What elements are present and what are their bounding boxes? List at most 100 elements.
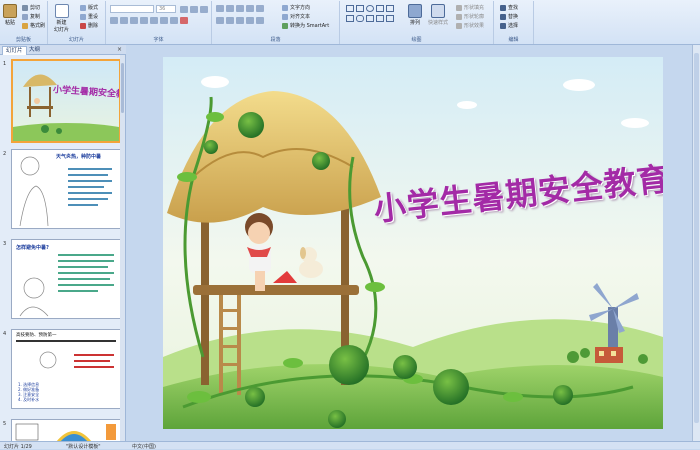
drawing-group: 排列 快速样式 形状填充 形状轮廓 形状效果 绘图 [340,1,494,44]
shape-outline-button[interactable]: 形状轮廓 [456,13,484,20]
cursor-icon [500,22,506,29]
outline-icon [456,13,462,20]
font-name-box[interactable] [110,5,154,13]
editor-scrollbar[interactable] [692,45,700,441]
increase-indent-icon[interactable] [246,5,254,12]
italic-icon[interactable] [120,17,128,24]
thumb4-title: 高技要防、预防第一 [16,333,57,338]
effects-icon [456,22,462,29]
rounded-rect-shape-icon[interactable] [356,15,364,22]
arrow-shape-icon[interactable] [386,5,394,12]
slide-number: 4 [3,331,7,337]
editing-group: 查找 替换 选择 编辑 [494,1,534,44]
editor-scroll-thumb[interactable] [694,53,699,423]
delete-button[interactable]: 删除 [80,22,98,29]
thumb-canvas [11,419,121,443]
panel-scrollbar[interactable] [120,55,125,441]
align-center-icon[interactable] [226,17,234,24]
star-shape-icon[interactable] [366,15,374,22]
thumb4-item: 4. 及时补水 [18,397,40,402]
brace-shape-icon[interactable] [376,15,384,22]
close-icon[interactable]: × [117,46,122,53]
numbering-icon[interactable] [226,5,234,12]
strikethrough-icon[interactable] [140,17,148,24]
shape-fill-button[interactable]: 形状填充 [456,4,484,11]
slide-number: 2 [3,151,7,157]
copy-button[interactable]: 复制 [22,13,40,20]
slide-number: 3 [3,241,7,247]
ribbon: 粘贴 剪切 复制 格式刷 剪贴板 新建 幻灯片 版式 重设 删除 幻灯片 36 … [0,0,700,45]
font-label: 字体 [153,37,164,43]
quick-styles-button[interactable]: 快速样式 [428,4,448,26]
slides-label: 幻灯片 [68,37,84,43]
textbox-shape-icon[interactable] [346,5,354,12]
callout-shape-icon[interactable] [386,15,394,22]
align-left-icon[interactable] [216,17,224,24]
editing-label: 编辑 [508,37,519,43]
justify-icon[interactable] [246,17,254,24]
tab-outline[interactable]: 大纲 [26,46,43,55]
fill-icon [456,4,462,11]
shadow-icon[interactable] [150,17,158,24]
thumb3-preview [19,254,114,317]
columns-icon[interactable] [256,17,264,24]
replace-icon [500,13,506,20]
thumb-canvas: 怎样避免中暑? [11,239,121,319]
shrink-font-icon[interactable] [190,6,198,13]
arrange-button[interactable]: 排列 [408,4,422,26]
slide-canvas[interactable]: 小学生暑期安全教育 [163,57,663,429]
thumb4-list: 1. 选择信息 2. 做好准备 3. 注意安全 4. 及时补水 [18,382,39,402]
delete-icon [80,22,86,29]
slides-group: 新建 幻灯片 版式 重设 删除 幻灯片 [48,1,106,44]
bold-icon[interactable] [110,17,118,24]
find-button[interactable]: 查找 [500,4,518,11]
thumb2-title: 天气炎热，种防中暑 [56,154,102,160]
font-size-box[interactable]: 36 [156,5,176,13]
drawing-label: 绘图 [411,37,422,43]
format-painter-button[interactable]: 格式刷 [22,22,45,29]
quick-styles-icon [431,4,445,18]
align-text-button[interactable]: 对齐文本 [282,13,310,20]
change-case-icon[interactable] [170,17,178,24]
paste-button[interactable]: 粘贴 [3,4,17,26]
replace-button[interactable]: 替换 [500,13,518,20]
slide-editor: 小学生暑期安全教育 [127,45,700,441]
panel-scroll-thumb[interactable] [121,63,124,113]
new-slide-button[interactable]: 新建 幻灯片 [54,4,69,33]
slide-number: 1 [3,61,7,67]
align-text-icon [282,13,288,20]
new-slide-icon [54,4,69,18]
thumb3-title: 怎样避免中暑? [16,245,49,251]
decrease-indent-icon[interactable] [236,5,244,12]
thumb1-preview [13,61,119,141]
panel-tabs: 幻灯片 大纲 × [0,45,126,55]
shape-effects-button[interactable]: 形状效果 [456,22,484,29]
layout-button[interactable]: 版式 [80,4,98,11]
line-shape-icon[interactable] [376,5,384,12]
oval-shape-icon[interactable] [366,5,374,12]
text-direction-button[interactable]: 文字方向 [282,4,310,11]
font-color-icon[interactable] [180,17,188,24]
underline-icon[interactable] [130,17,138,24]
smartart-button[interactable]: 转换为 SmartArt [282,22,329,29]
spacing-icon[interactable] [160,17,168,24]
slide-background [163,57,663,429]
cut-button[interactable]: 剪切 [22,4,40,11]
paste-icon [3,4,17,18]
align-right-icon[interactable] [236,17,244,24]
paragraph-group: 文字方向 对齐文本 转换为 SmartArt 段落 [212,1,340,44]
triangle-shape-icon[interactable] [346,15,354,22]
rectangle-shape-icon[interactable] [356,5,364,12]
clipboard-group: 粘贴 剪切 复制 格式刷 剪贴板 [0,1,48,44]
clear-format-icon[interactable] [200,6,208,13]
binoculars-icon [500,4,506,11]
grow-font-icon[interactable] [180,6,188,13]
brush-icon [22,22,28,29]
tab-slides[interactable]: 幻灯片 [2,46,27,55]
reset-icon [80,13,86,20]
reset-button[interactable]: 重设 [80,13,98,20]
thumb5-preview [15,423,116,442]
bullets-icon[interactable] [216,5,224,12]
select-button[interactable]: 选择 [500,22,518,29]
line-spacing-icon[interactable] [256,5,264,12]
